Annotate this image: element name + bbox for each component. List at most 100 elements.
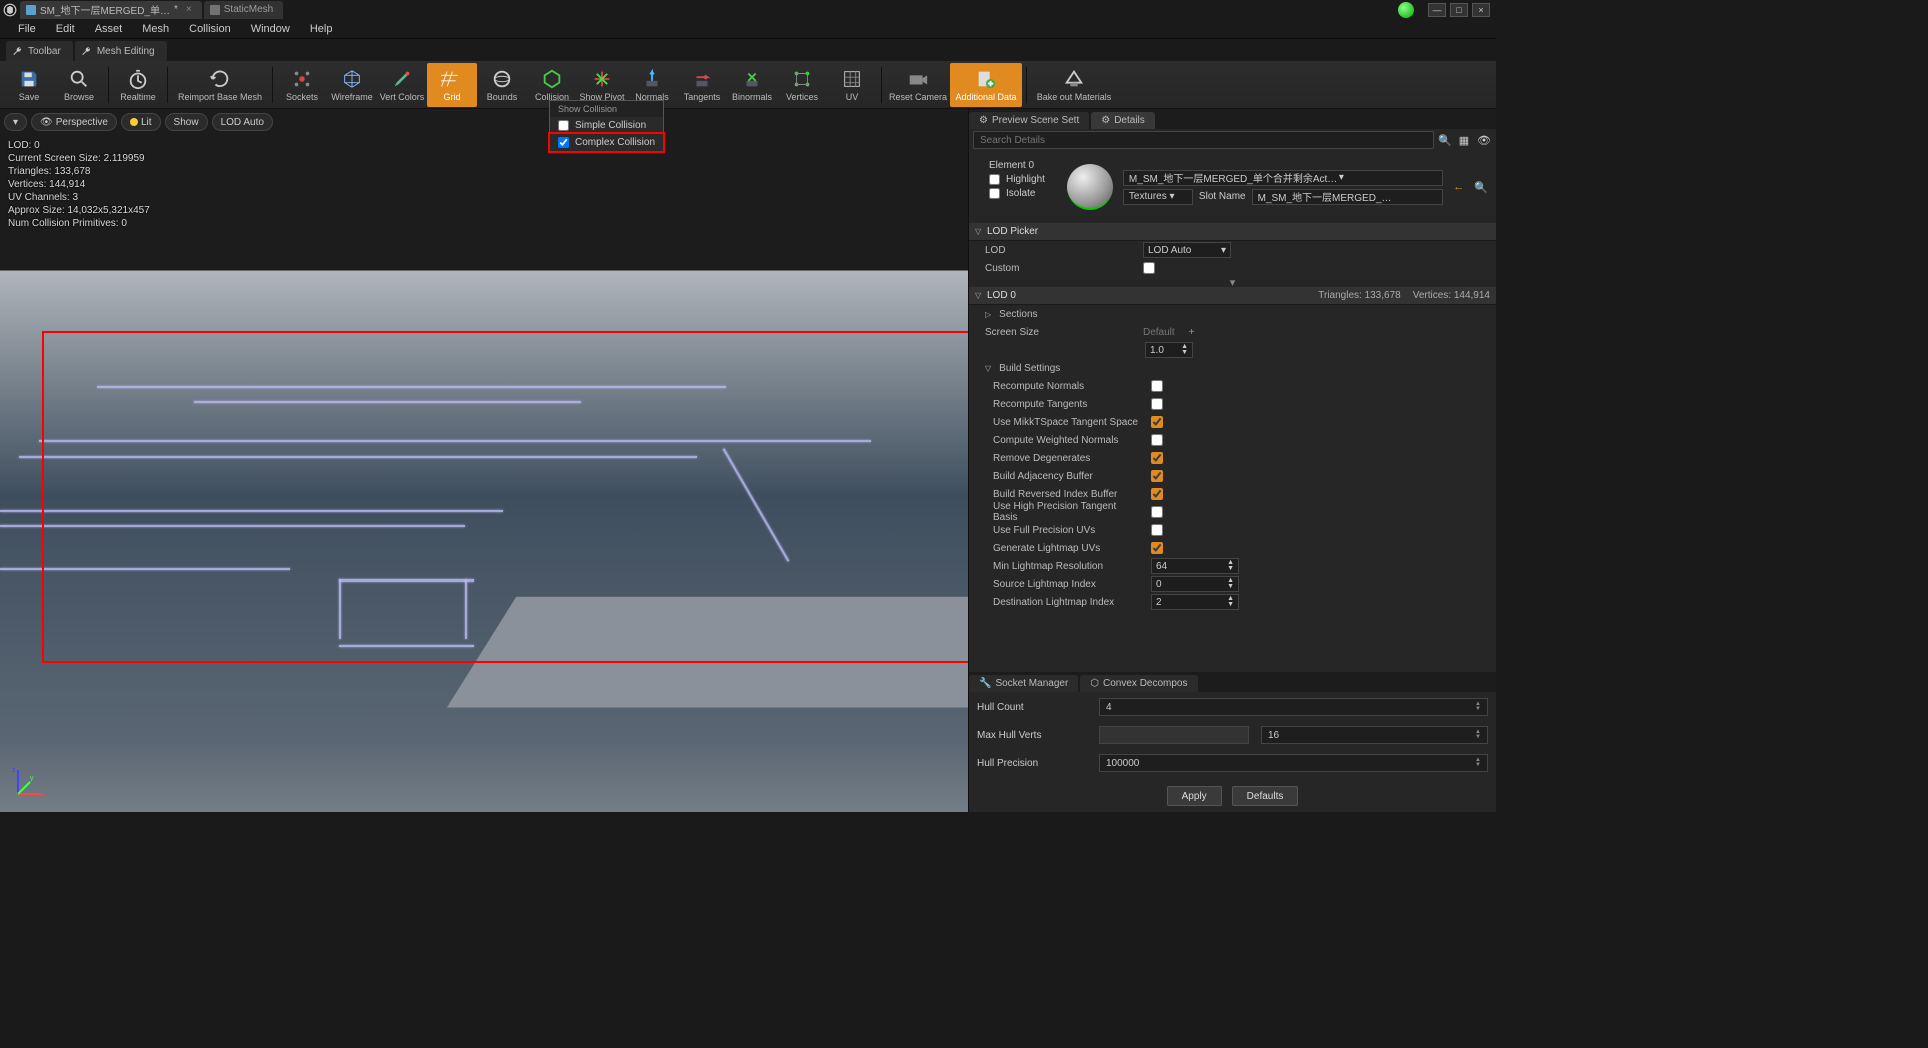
perspective-dropdown[interactable]: 👁 Perspective bbox=[31, 113, 117, 131]
screensize-input[interactable]: 1.0▲▼ bbox=[1145, 342, 1193, 358]
max-hull-slider[interactable] bbox=[1099, 726, 1249, 744]
prop-label: Use Full Precision UVs bbox=[993, 525, 1143, 536]
source-control-icon[interactable] bbox=[1398, 2, 1414, 18]
browse-button[interactable]: Browse bbox=[54, 63, 104, 107]
viewport-options-dropdown[interactable]: ▾ bbox=[4, 113, 27, 131]
recompute-tangents-checkbox[interactable] bbox=[1151, 398, 1163, 410]
collision-dropdown: Show Collision Simple Collision Complex … bbox=[549, 100, 664, 152]
close-icon[interactable]: × bbox=[186, 4, 192, 15]
hp-tangent-checkbox[interactable] bbox=[1151, 506, 1163, 518]
asset-tab-sm-merged[interactable]: SM_地下一层MERGED_单… * × bbox=[20, 1, 202, 19]
gen-lightmap-checkbox[interactable] bbox=[1151, 542, 1163, 554]
close-button[interactable]: × bbox=[1472, 3, 1490, 17]
section-lodpicker[interactable]: LOD Picker bbox=[969, 223, 1496, 241]
filter-icon[interactable]: ▦ bbox=[1456, 132, 1472, 148]
lit-dropdown[interactable]: Lit bbox=[121, 113, 161, 131]
menu-asset[interactable]: Asset bbox=[87, 21, 131, 37]
slot-name-value: M_SM_地下一层MERGED_单个合并剩 bbox=[1258, 189, 1398, 204]
option-label: Complex Collision bbox=[575, 137, 655, 148]
lod-combobox[interactable]: LOD Auto▾ bbox=[1143, 242, 1231, 258]
recompute-normals-checkbox[interactable] bbox=[1151, 380, 1163, 392]
wireframe-button[interactable]: Wireframe bbox=[327, 63, 377, 107]
find-asset-icon[interactable]: 🔍 bbox=[1474, 181, 1488, 194]
vertcolors-button[interactable]: Vert Colors bbox=[377, 63, 427, 107]
menu-collision[interactable]: Collision bbox=[181, 21, 239, 37]
show-dropdown[interactable]: Show bbox=[165, 113, 208, 131]
isolate-checkbox[interactable]: Isolate bbox=[989, 188, 1045, 199]
complex-collision-option[interactable]: Complex Collision bbox=[548, 132, 665, 153]
add-icon[interactable]: + bbox=[1189, 327, 1195, 338]
hp-tangent-row: Use High Precision Tangent Basis bbox=[969, 503, 1496, 521]
adjacency-checkbox[interactable] bbox=[1151, 470, 1163, 482]
binormals-button[interactable]: Binormals bbox=[727, 63, 777, 107]
viewport-3d[interactable]: ▾ 👁 Perspective Lit Show LOD Auto LOD: 0… bbox=[0, 109, 968, 812]
reimport-button[interactable]: Reimport Base Mesh bbox=[172, 63, 268, 107]
complex-collision-checkbox[interactable] bbox=[558, 137, 569, 148]
socket-icon bbox=[291, 68, 313, 90]
uv-button[interactable]: UV bbox=[827, 63, 877, 107]
maximize-button[interactable]: □ bbox=[1450, 3, 1468, 17]
menu-edit[interactable]: Edit bbox=[48, 21, 83, 37]
sections-row[interactable]: Sections bbox=[969, 305, 1496, 323]
remove-degenerates-row: Remove Degenerates bbox=[969, 449, 1496, 467]
asset-tab-staticmesh[interactable]: StaticMesh bbox=[204, 1, 283, 19]
fp-uv-checkbox[interactable] bbox=[1151, 524, 1163, 536]
eye-icon[interactable]: 👁 bbox=[1476, 132, 1492, 148]
grid-toggle[interactable]: Grid bbox=[427, 63, 477, 107]
reversed-index-checkbox[interactable] bbox=[1151, 488, 1163, 500]
weighted-normals-checkbox[interactable] bbox=[1151, 434, 1163, 446]
realtime-button[interactable]: Realtime bbox=[113, 63, 163, 107]
material-thumbnail[interactable] bbox=[1067, 164, 1113, 210]
section-lod0[interactable]: LOD 0 Triangles: 133,678 Vertices: 144,9… bbox=[969, 287, 1496, 305]
preview-scene-tab[interactable]: ⚙ Preview Scene Sett bbox=[969, 112, 1089, 129]
bakeout-button[interactable]: Bake out Materials bbox=[1031, 63, 1117, 107]
remove-degenerates-checkbox[interactable] bbox=[1151, 452, 1163, 464]
min-lightmap-row: Min Lightmap Resolution64▲▼ bbox=[969, 557, 1496, 575]
default-label: Default bbox=[1143, 327, 1175, 338]
toolbar-tab[interactable]: Toolbar bbox=[6, 41, 73, 61]
tangents-button[interactable]: Tangents bbox=[677, 63, 727, 107]
src-lightmap-input[interactable]: 0▲▼ bbox=[1151, 576, 1239, 592]
search-icon[interactable]: 🔍 bbox=[1438, 134, 1452, 147]
menu-mesh[interactable]: Mesh bbox=[134, 21, 177, 37]
expand-lodpicker[interactable]: ▾ bbox=[969, 277, 1496, 287]
viewport-toolbar: ▾ 👁 Perspective Lit Show LOD Auto bbox=[4, 113, 273, 131]
socket-manager-tab[interactable]: 🔧 Socket Manager bbox=[969, 675, 1078, 692]
min-lightmap-input[interactable]: 64▲▼ bbox=[1151, 558, 1239, 574]
details-tab[interactable]: ⚙ Details bbox=[1091, 112, 1155, 129]
additionaldata-toggle[interactable]: Additional Data bbox=[950, 63, 1022, 107]
menu-file[interactable]: File bbox=[10, 21, 44, 37]
menu-help[interactable]: Help bbox=[302, 21, 341, 37]
hull-precision-input[interactable]: 100000▲▼ bbox=[1099, 754, 1488, 772]
apply-button[interactable]: Apply bbox=[1167, 786, 1222, 806]
mikktspace-checkbox[interactable] bbox=[1151, 416, 1163, 428]
browse-asset-icon[interactable]: ← bbox=[1453, 181, 1464, 193]
highlight-checkbox[interactable]: Highlight bbox=[989, 174, 1045, 185]
convex-decompos-tab[interactable]: ⬡ Convex Decompos bbox=[1080, 675, 1197, 692]
search-input[interactable] bbox=[973, 131, 1434, 149]
bounds-button[interactable]: Bounds bbox=[477, 63, 527, 107]
hull-count-input[interactable]: 4▲▼ bbox=[1099, 698, 1488, 716]
dst-lightmap-input[interactable]: 2▲▼ bbox=[1151, 594, 1239, 610]
minimize-button[interactable]: — bbox=[1428, 3, 1446, 17]
brush-icon bbox=[391, 68, 413, 90]
mesh-editing-tab[interactable]: Mesh Editing bbox=[75, 41, 167, 61]
defaults-button[interactable]: Defaults bbox=[1232, 786, 1299, 806]
max-hull-verts-input[interactable]: 16▲▼ bbox=[1261, 726, 1488, 744]
chk-label: Highlight bbox=[1006, 174, 1045, 185]
textures-button[interactable]: Textures ▾ bbox=[1123, 189, 1193, 205]
details-scroll[interactable]: Element 0 Highlight Isolate M_SM_地下一层MER… bbox=[969, 151, 1496, 672]
vertices-button[interactable]: Vertices bbox=[777, 63, 827, 107]
lod-dropdown[interactable]: LOD Auto bbox=[212, 113, 273, 131]
menu-window[interactable]: Window bbox=[243, 21, 298, 37]
sockets-button[interactable]: Sockets bbox=[277, 63, 327, 107]
resetcamera-button[interactable]: Reset Camera bbox=[886, 63, 950, 107]
vp-label: Show bbox=[174, 117, 199, 128]
reimport-icon bbox=[209, 68, 231, 90]
slot-name-field[interactable]: M_SM_地下一层MERGED_单个合并剩 bbox=[1252, 189, 1444, 205]
buildsettings-header[interactable]: Build Settings bbox=[969, 359, 1496, 377]
material-picker[interactable]: M_SM_地下一层MERGED_单个合并剩余Actor烘焙单材… ▾ bbox=[1123, 170, 1443, 186]
save-button[interactable]: Save bbox=[4, 63, 54, 107]
custom-checkbox[interactable] bbox=[1143, 262, 1155, 274]
simple-collision-checkbox[interactable] bbox=[558, 120, 569, 131]
